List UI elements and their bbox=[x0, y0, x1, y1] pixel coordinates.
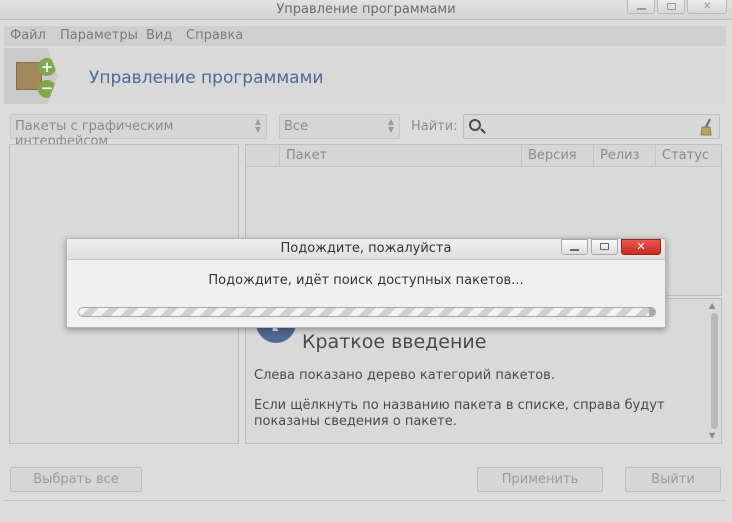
search-icon bbox=[469, 119, 481, 131]
maximize-icon bbox=[600, 243, 609, 250]
apply-button[interactable]: Применить bbox=[477, 467, 603, 492]
column-header-status[interactable]: Статус bbox=[656, 145, 721, 167]
dialog-title-bar: Подождите, пожалуйста ✕ bbox=[67, 239, 665, 260]
select-all-button[interactable]: Выбрать все bbox=[10, 467, 142, 492]
progress-bar bbox=[78, 307, 656, 317]
info-paragraph: Слева показано дерево категорий пакетов. bbox=[254, 368, 555, 383]
column-header-check[interactable] bbox=[246, 145, 280, 167]
dialog-message: Подождите, идёт поиск доступных пакетов.… bbox=[208, 273, 524, 288]
close-icon: ✕ bbox=[703, 1, 712, 12]
scroll-up-icon[interactable]: ▲ bbox=[709, 301, 715, 310]
quit-button[interactable]: Выйти bbox=[625, 467, 721, 492]
column-header-release[interactable]: Релиз bbox=[594, 145, 656, 167]
header-title: Управление программами bbox=[89, 68, 324, 88]
menu-help[interactable]: Справка bbox=[186, 28, 243, 43]
status-combo[interactable]: Все ▲ ▼ bbox=[279, 114, 400, 139]
menu-view[interactable]: Вид bbox=[146, 28, 172, 43]
status-combo-value: Все bbox=[284, 119, 309, 134]
dialog-close-button[interactable]: ✕ bbox=[621, 239, 661, 255]
clear-search-icon[interactable] bbox=[699, 118, 713, 136]
info-paragraph: Если щёлкнуть по названию пакета в списк… bbox=[254, 398, 665, 429]
dialog-maximize-button[interactable] bbox=[591, 239, 618, 255]
minimize-icon bbox=[637, 8, 646, 10]
maximize-button[interactable] bbox=[657, 0, 685, 14]
title-bar: Управление программами ✕ bbox=[0, 0, 732, 20]
scrollbar-thumb[interactable] bbox=[711, 313, 718, 429]
window-title: Управление программами bbox=[276, 2, 456, 17]
info-scrollbar[interactable]: ▲ ▼ bbox=[709, 301, 719, 441]
close-icon: ✕ bbox=[636, 240, 646, 253]
combo-arrows-icon: ▲ ▼ bbox=[254, 117, 261, 134]
search-input[interactable] bbox=[463, 114, 720, 139]
maximize-icon bbox=[667, 3, 676, 10]
header-banner: + − Управление программами bbox=[4, 48, 726, 104]
minimize-icon bbox=[570, 249, 579, 251]
search-label: Найти: bbox=[411, 119, 458, 134]
combo-arrows-icon: ▲ ▼ bbox=[387, 117, 394, 134]
column-header-package[interactable]: Пакет bbox=[280, 145, 522, 167]
package-manager-icon: + − bbox=[4, 48, 58, 104]
menu-file[interactable]: Файл bbox=[10, 28, 46, 43]
info-title: Краткое введение bbox=[302, 331, 487, 353]
scroll-down-icon[interactable]: ▼ bbox=[709, 431, 715, 440]
minimize-button[interactable] bbox=[627, 0, 655, 14]
wait-dialog: Подождите, пожалуйста ✕ Подождите, идёт … bbox=[66, 238, 666, 328]
progress-fill bbox=[649, 308, 655, 316]
menu-settings[interactable]: Параметры bbox=[60, 28, 138, 43]
close-button[interactable]: ✕ bbox=[687, 0, 727, 14]
menu-bar: Файл Параметры Вид Справка bbox=[4, 26, 726, 46]
status-bar bbox=[4, 500, 726, 516]
column-header-version[interactable]: Версия bbox=[522, 145, 594, 167]
dialog-minimize-button[interactable] bbox=[561, 239, 588, 255]
category-combo[interactable]: Пакеты с графическим интерфейсом ▲ ▼ bbox=[10, 114, 267, 149]
